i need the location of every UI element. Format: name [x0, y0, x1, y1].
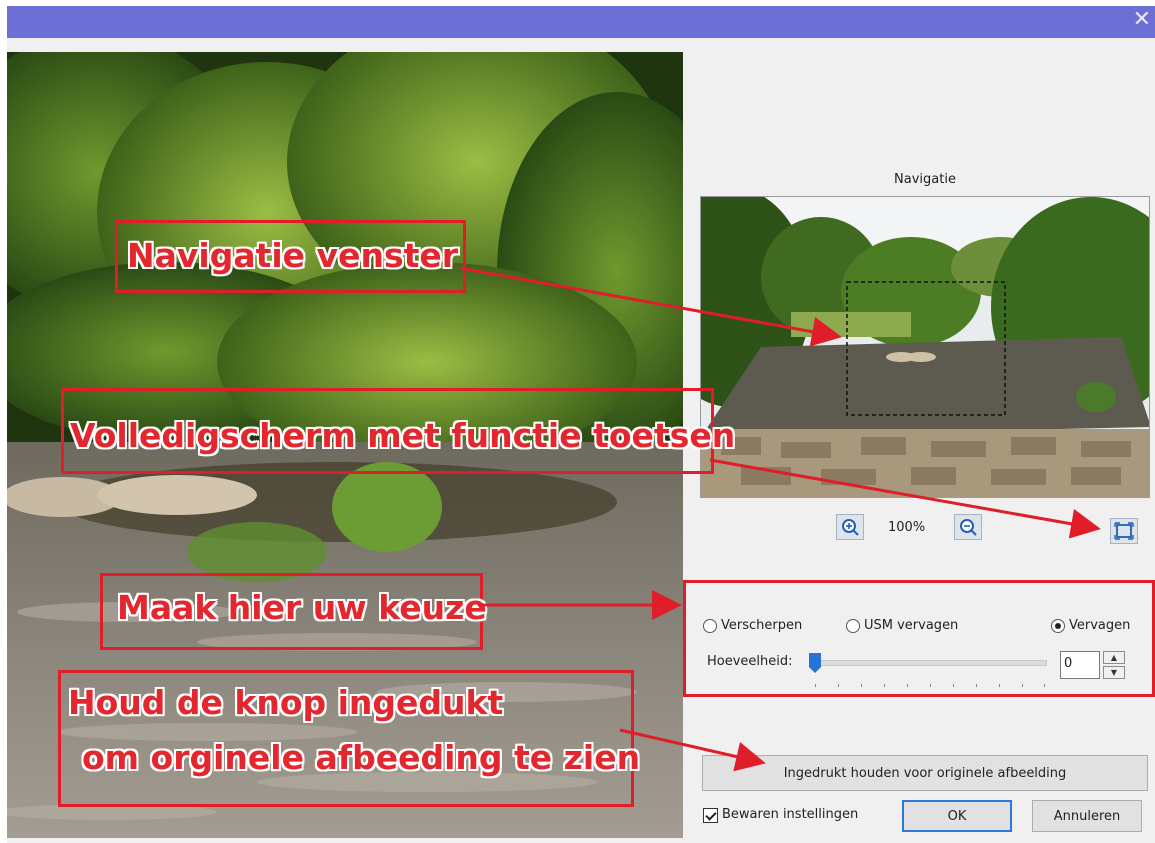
fullscreen-icon [1114, 522, 1134, 540]
fullscreen-button[interactable] [1110, 518, 1138, 544]
navigation-title: Navigatie [894, 172, 956, 187]
navigation-window[interactable] [700, 196, 1150, 498]
annotation-hold-line1: Houd de knop ingedukt [68, 683, 504, 722]
cancel-button[interactable]: Annuleren [1032, 800, 1142, 832]
close-icon[interactable]: ✕ [1133, 8, 1151, 32]
ok-button[interactable]: OK [902, 800, 1012, 832]
hold-original-button[interactable]: Ingedrukt houden voor originele afbeeldi… [702, 755, 1148, 791]
zoom-level: 100% [888, 520, 926, 535]
zoom-out-button[interactable] [954, 514, 982, 540]
annotation-hold-line2: om orginele afbeeding te zien [82, 738, 641, 777]
zoom-out-icon [960, 519, 977, 536]
zoom-in-icon [842, 519, 859, 536]
annotation-box-options [683, 580, 1155, 697]
save-settings-checkbox[interactable] [703, 808, 718, 823]
title-bar: ✕ [7, 6, 1155, 38]
annotation-fullscreen: Volledigscherm met functie toetsen [70, 416, 736, 455]
navigation-thumbnail [701, 197, 1149, 497]
save-settings-label: Bewaren instellingen [722, 807, 859, 822]
annotation-nav-window: Navigatie venster [127, 236, 459, 275]
annotation-choose: Maak hier uw keuze [117, 588, 487, 627]
zoom-in-button[interactable] [836, 514, 864, 540]
